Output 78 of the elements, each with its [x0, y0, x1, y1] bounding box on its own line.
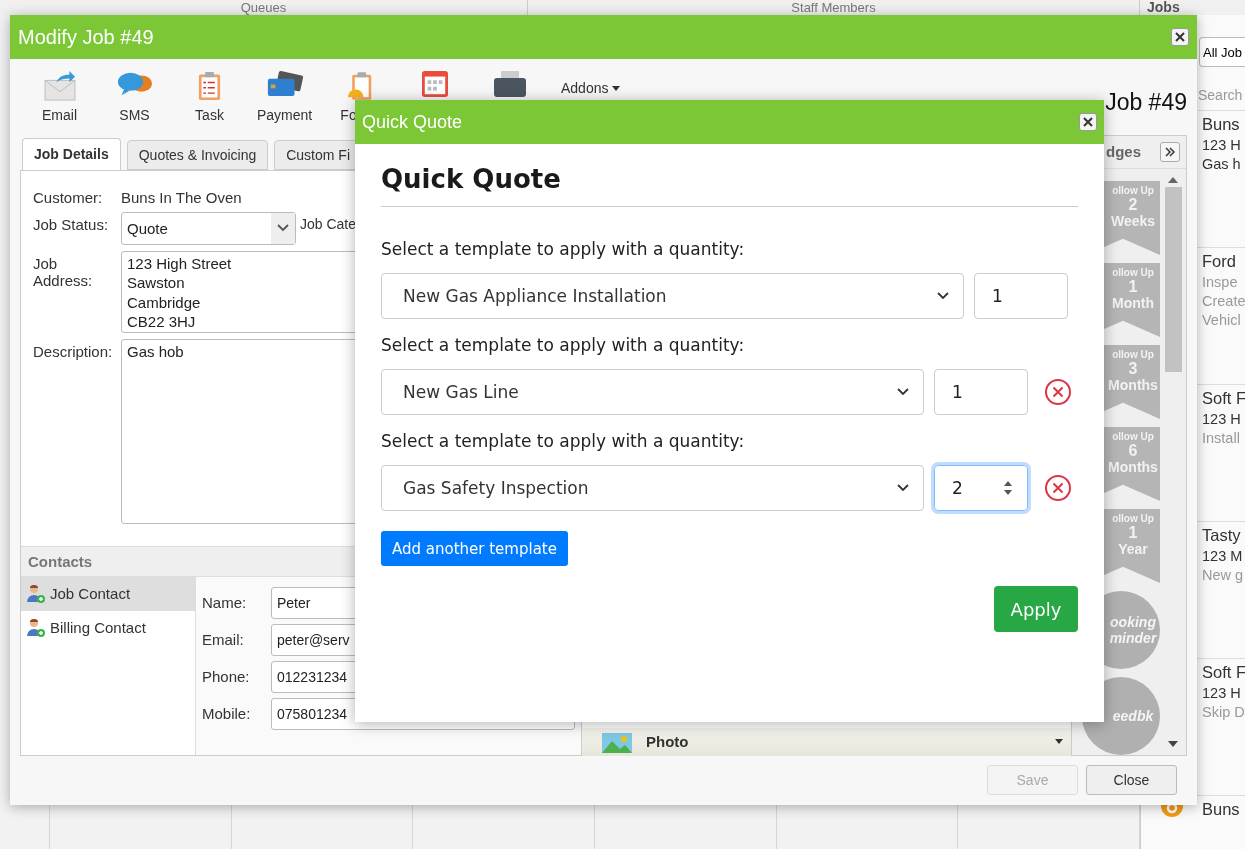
- field-label: Name:: [202, 594, 248, 612]
- chevron-down-icon: [897, 484, 909, 492]
- person-add-icon: [26, 583, 46, 604]
- toolbar-button[interactable]: Payment: [247, 71, 322, 124]
- attachment-row[interactable]: Photo: [582, 727, 1071, 756]
- toolbar-button[interactable]: SMS: [97, 71, 172, 124]
- job-detail: Vehicl: [1202, 312, 1242, 328]
- footer-button[interactable]: Close: [1086, 765, 1177, 796]
- close-button[interactable]: [1171, 28, 1189, 47]
- quantity-field[interactable]: 1: [974, 273, 1068, 319]
- caret-icon: [612, 85, 621, 91]
- clipboard-icon: [346, 71, 373, 102]
- field-label: Job Address:: [33, 253, 94, 289]
- job-detail: Skip D: [1202, 704, 1245, 720]
- expand-button[interactable]: [1160, 141, 1180, 162]
- field-label: Customer:: [33, 187, 104, 206]
- picture-icon: [602, 730, 632, 753]
- toolbar-button[interactable]: Email: [22, 71, 97, 124]
- close-icon: [1174, 31, 1186, 44]
- job-title[interactable]: Buns: [1202, 800, 1245, 819]
- job-title[interactable]: Tasty: [1202, 526, 1245, 545]
- job-title[interactable]: Buns: [1202, 115, 1245, 134]
- spinner-icon[interactable]: [1003, 479, 1013, 497]
- job-title[interactable]: Soft F: [1202, 663, 1245, 682]
- field-label: Job Status:: [33, 214, 110, 233]
- printer-icon: [493, 71, 526, 98]
- field-label: Description:: [33, 341, 114, 360]
- job-detail: Create: [1202, 293, 1245, 309]
- filter-dropdown[interactable]: All Job: [1199, 37, 1245, 67]
- remove-icon[interactable]: [1044, 378, 1072, 406]
- field-label: Email:: [202, 631, 245, 649]
- quantity-field[interactable]: 1: [934, 369, 1028, 415]
- job-title[interactable]: Ford: [1202, 252, 1245, 271]
- toolbar-button[interactable]: Task: [172, 71, 247, 124]
- job-detail: Inspe: [1202, 274, 1239, 290]
- quantity-field[interactable]: 2: [934, 465, 1028, 511]
- template-select[interactable]: Gas Safety Inspection: [381, 465, 924, 511]
- dialog-title: Quick Quote: [362, 111, 463, 133]
- template-select[interactable]: New Gas Appliance Installation: [381, 273, 964, 319]
- field-label: Mobile:: [202, 705, 252, 723]
- addons-menu[interactable]: Addons: [555, 79, 627, 98]
- caret-icon: [1055, 739, 1063, 745]
- clipboard-icon: [197, 71, 222, 102]
- add-template-button[interactable]: Add another template: [381, 531, 568, 566]
- job-title[interactable]: Soft F: [1202, 389, 1245, 408]
- remove-icon[interactable]: [1044, 474, 1072, 502]
- customer-name: Buns In The Oven: [121, 187, 242, 206]
- window-title: Modify Job #49: [18, 25, 154, 49]
- tab[interactable]: Job Details: [22, 137, 121, 170]
- job-detail: Gas h: [1202, 156, 1242, 172]
- calendar-icon: [419, 71, 450, 98]
- job-detail: New g: [1202, 567, 1245, 583]
- field-label: Job Cate: [300, 214, 357, 232]
- contact-item[interactable]: Job Contact: [21, 576, 195, 611]
- panel-title: dges: [1106, 143, 1141, 161]
- envelope-icon: [42, 71, 77, 102]
- job-detail: 123 H: [1202, 411, 1242, 427]
- chevron-down-icon: [937, 292, 949, 300]
- chevron-down-icon: [897, 388, 909, 396]
- person-add-icon: [26, 617, 46, 638]
- scroll-up-icon[interactable]: [1168, 176, 1178, 183]
- job-detail: Install: [1202, 430, 1241, 446]
- scrollbar-thumb[interactable]: [1164, 186, 1182, 372]
- scroll-down-icon[interactable]: [1168, 740, 1178, 747]
- tab[interactable]: Quotes & Invoicing: [126, 139, 269, 170]
- double-chevron-icon: [1165, 146, 1175, 157]
- job-heading: Job #49: [1105, 89, 1187, 117]
- field-label: Phone:: [202, 668, 251, 686]
- job-detail: 123 M: [1202, 548, 1244, 564]
- close-button[interactable]: [1079, 113, 1097, 131]
- status-select[interactable]: Quote: [121, 211, 296, 245]
- chevron-down-icon: [277, 224, 289, 233]
- close-icon: [1082, 116, 1094, 128]
- template-select[interactable]: New Gas Line: [381, 369, 924, 415]
- credit-card-icon: [265, 71, 304, 99]
- dialog-heading: Quick Quote: [381, 164, 1078, 207]
- job-detail: 123 H: [1202, 685, 1242, 701]
- job-detail: 123 H: [1202, 137, 1242, 153]
